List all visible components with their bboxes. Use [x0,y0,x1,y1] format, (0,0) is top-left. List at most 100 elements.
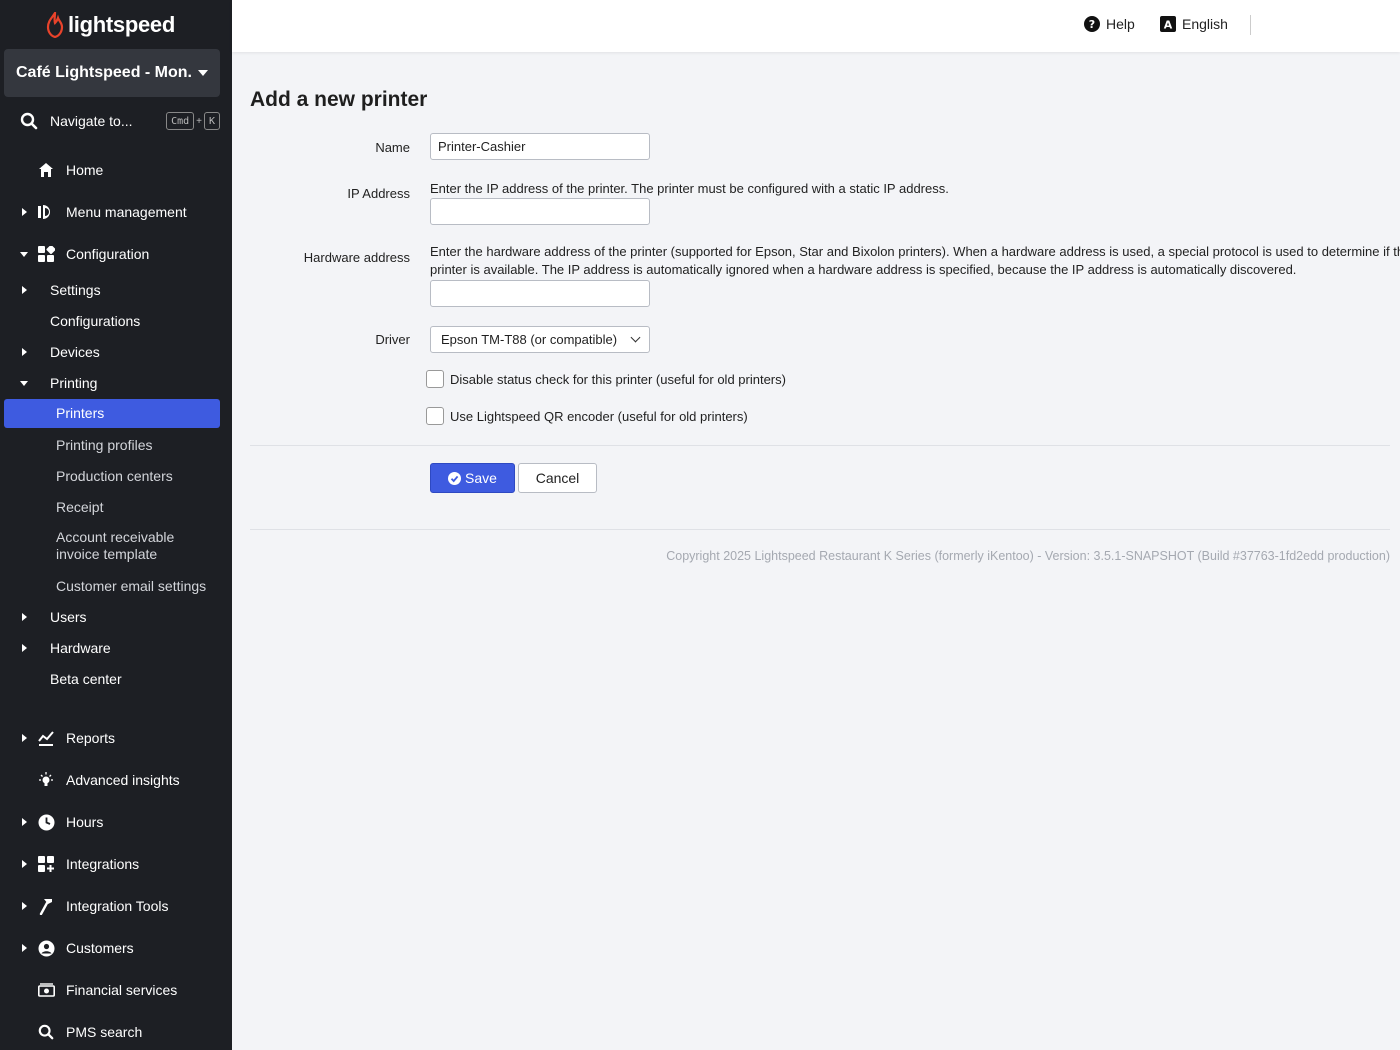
chevron-right-icon [22,286,27,294]
lightspeed-logo[interactable]: lightspeed [46,10,175,40]
language-label: English [1182,16,1228,32]
nav-integrations-label: Integrations [66,856,140,872]
nav-integration-tools[interactable]: Integration Tools [0,894,232,918]
nav-hours[interactable]: Hours [0,810,232,834]
nav-printing[interactable]: Printing [0,372,232,394]
save-button[interactable]: Save [430,463,515,493]
nav-printing-profiles-label: Printing profiles [56,436,153,453]
shortcut-cmd: Cmd [166,112,195,130]
chevron-right-icon [22,644,27,652]
nav-beta-center[interactable]: Beta center [0,668,232,690]
hardware-help-line1: Enter the hardware address of the printe… [430,244,1400,259]
nav-menu-management[interactable]: Menu management [0,200,232,224]
nav-hardware-label: Hardware [50,640,111,656]
hardware-address-input[interactable] [430,280,650,307]
ip-address-label: IP Address [347,186,410,201]
location-switcher[interactable]: Café Lightspeed - Mon... [4,49,220,97]
top-bar: ? Help A English [232,0,1400,52]
nav-printers[interactable]: Printers [4,399,220,428]
shortcut-plus: + [196,115,202,127]
nav-hours-label: Hours [66,814,104,830]
nav-printing-profiles[interactable]: Printing profiles [0,434,232,456]
nav-advanced-insights-label: Advanced insights [66,772,180,788]
qr-encoder-label: Use Lightspeed QR encoder (useful for ol… [450,408,748,424]
nav-beta-center-label: Beta center [50,671,122,687]
nav-devices[interactable]: Devices [0,341,232,363]
cancel-label: Cancel [535,470,580,486]
hardware-address-label: Hardware address [303,250,410,265]
user-circle-icon [37,939,55,957]
svg-text:?: ? [1089,18,1095,31]
navigate-search[interactable]: Navigate to... Cmd + K [20,108,220,134]
save-label: Save [465,470,497,486]
money-icon [37,981,55,999]
qr-encoder-checkbox[interactable] [426,407,444,425]
language-selector[interactable]: A English [1160,16,1228,32]
nav-configurations[interactable]: Configurations [0,310,232,332]
search-icon [37,1023,55,1041]
nav-customers[interactable]: Customers [0,936,232,960]
chevron-right-icon [22,944,27,952]
chevron-right-icon [22,818,27,826]
brand-name: lightspeed [68,12,176,37]
nav-reports-label: Reports [66,730,116,746]
nav-settings-label: Settings [50,282,101,298]
nav-ar-invoice-template-label: Account receivable invoice template [56,529,174,563]
chevron-right-icon [22,348,27,356]
translate-icon: A [1160,16,1176,32]
driver-label: Driver [375,332,410,347]
nav-home-label: Home [66,162,104,178]
nav-menu-management-label: Menu management [66,204,187,220]
check-circle-icon [448,471,462,485]
nav-receipt[interactable]: Receipt [0,496,232,518]
nav-pms-search[interactable]: PMS search [0,1020,232,1044]
nav-customers-label: Customers [66,940,134,956]
form-divider [250,445,1390,446]
flame-icon [46,12,64,38]
nav-printing-label: Printing [50,375,98,391]
nav-financial-services-label: Financial services [66,982,178,998]
qr-encoder-row[interactable]: Use Lightspeed QR encoder (useful for ol… [426,407,748,425]
nav-customer-email-settings-label: Customer email settings [56,577,207,594]
hardware-address-help: Enter the hardware address of the printe… [430,243,1400,279]
nav-configuration[interactable]: Configuration [0,242,232,266]
chevron-right-icon [22,734,27,742]
sidebar: lightspeed Café Lightspeed - Mon... Navi… [0,0,232,1050]
nav-users[interactable]: Users [0,606,232,628]
nav-printers-label: Printers [56,405,105,421]
chevron-down-icon [630,332,641,343]
nav-production-centers-label: Production centers [56,467,173,484]
nav-reports[interactable]: Reports [0,726,232,750]
name-input[interactable] [430,133,650,160]
chart-line-icon [37,729,55,747]
svg-text:A: A [1164,19,1173,32]
search-icon [20,112,38,130]
footer-divider [250,529,1390,530]
chevron-down-icon [20,380,28,386]
nav-home[interactable]: Home [0,158,232,182]
nav-financial-services[interactable]: Financial services [0,978,232,1002]
nav-ar-line1: Account receivable [56,529,175,545]
disable-status-check-checkbox[interactable] [426,370,444,388]
navigate-search-label: Navigate to... [50,113,133,129]
nav-settings[interactable]: Settings [0,279,232,301]
nav-advanced-insights[interactable]: Advanced insights [0,768,232,792]
nav-production-centers[interactable]: Production centers [0,465,232,487]
disable-status-check-row[interactable]: Disable status check for this printer (u… [426,370,786,388]
nav-ar-invoice-template[interactable]: Account receivable invoice template [0,529,232,565]
help-link[interactable]: ? Help [1084,16,1135,32]
chevron-down-icon [20,251,28,257]
nav-integrations[interactable]: Integrations [0,852,232,876]
help-label: Help [1106,16,1135,32]
configuration-icon [37,245,55,263]
nav-devices-label: Devices [50,344,100,360]
ip-address-input[interactable] [430,198,650,225]
cancel-button[interactable]: Cancel [518,463,597,493]
driver-selected-value: Epson TM-T88 (or compatible) [441,332,618,347]
nav-hardware[interactable]: Hardware [0,637,232,659]
hammer-icon [37,897,55,915]
driver-select[interactable]: Epson TM-T88 (or compatible) [430,326,650,353]
nav-receipt-label: Receipt [56,498,104,515]
shortcut-k: K [203,112,220,130]
nav-customer-email-settings[interactable]: Customer email settings [0,575,232,597]
